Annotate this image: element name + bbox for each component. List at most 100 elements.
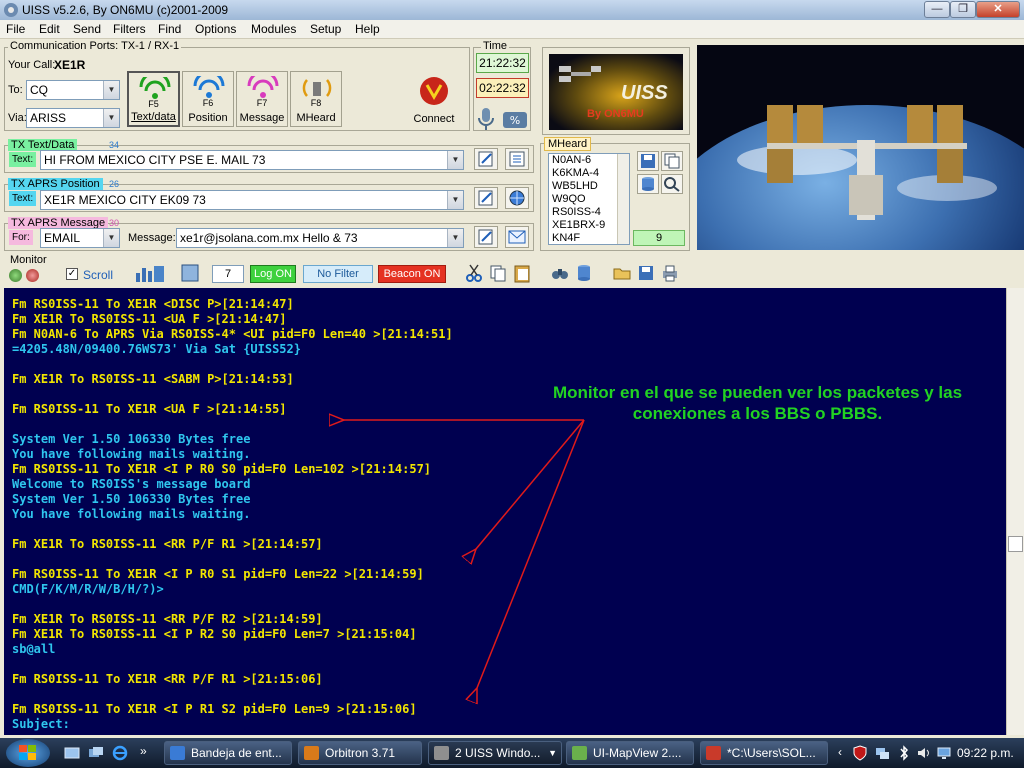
speaker-icon[interactable] xyxy=(916,745,932,761)
bluetooth-icon[interactable] xyxy=(896,745,912,761)
antivirus-shield-icon[interactable] xyxy=(852,745,868,761)
menu-filters[interactable]: Filters xyxy=(113,22,146,36)
edit-position-button[interactable] xyxy=(474,187,498,209)
log-on-button[interactable]: Log ON xyxy=(250,265,296,283)
mheard-save-button[interactable] xyxy=(637,151,659,171)
position-button[interactable]: F6 Position xyxy=(182,71,234,127)
menu-modules[interactable]: Modules xyxy=(251,22,296,36)
tx-text-field-label: Text: xyxy=(9,152,37,167)
satellite-sound-icon[interactable]: % xyxy=(500,106,530,132)
mheard-copy-button[interactable] xyxy=(661,151,683,171)
network-icon[interactable] xyxy=(874,745,890,761)
monitor-scrollbar[interactable] xyxy=(1006,288,1024,735)
via-combo[interactable]: ARISS ▼ xyxy=(26,108,120,128)
to-combo[interactable]: CQ ▼ xyxy=(26,80,120,100)
microphone-icon[interactable] xyxy=(476,106,496,132)
save-button[interactable] xyxy=(636,263,656,283)
database-button[interactable] xyxy=(574,263,594,283)
send-text-button[interactable] xyxy=(505,148,529,170)
menu-file[interactable]: File xyxy=(6,22,25,36)
database-icon xyxy=(578,265,590,281)
task-ui-mapview[interactable]: UI-MapView 2.... xyxy=(566,741,694,765)
filter-button[interactable]: No Filter xyxy=(303,265,373,283)
chevron-down-icon[interactable]: ▼ xyxy=(103,81,119,99)
communication-ports-label: Communication Ports: TX-1 / RX-1 xyxy=(8,40,182,52)
message-input[interactable]: xe1r@jsolana.com.mx Hello & 73 ▼ xyxy=(176,228,464,248)
send-position-button[interactable] xyxy=(505,187,529,209)
cut-button[interactable] xyxy=(464,263,484,283)
console-line: Fm XE1R To RS0ISS-11 <I P R2 S0 pid=F0 L… xyxy=(12,627,417,641)
open-button[interactable] xyxy=(612,263,632,283)
monitor-console[interactable]: Fm RS0ISS-11 To XE1R <DISC P>[21:14:47] F… xyxy=(4,288,1006,735)
to-value: CQ xyxy=(30,83,48,97)
copy-button[interactable] xyxy=(488,263,508,283)
envelope-icon xyxy=(508,230,526,244)
uiss-window: UISS v5.2.6, By ON6MU (c)2001-2009 — ❐ ✕… xyxy=(0,0,1024,738)
message-key: F7 xyxy=(256,98,268,108)
title-bar: UISS v5.2.6, By ON6MU (c)2001-2009 — ❐ ✕ xyxy=(0,0,1024,20)
quick-launch-more-icon[interactable]: » xyxy=(140,744,147,758)
chevron-down-icon[interactable]: ▼ xyxy=(103,109,119,127)
console-line: Fm N0AN-6 To APRS Via RS0ISS-4* <UI pid=… xyxy=(12,327,453,341)
task-explorer-path[interactable]: *C:\Users\SOL... xyxy=(700,741,828,765)
menu-find[interactable]: Find xyxy=(158,22,181,36)
chevron-down-icon[interactable]: ▼ xyxy=(447,191,463,209)
menu-edit[interactable]: Edit xyxy=(39,22,60,36)
task-bandeja[interactable]: Bandeja de ent... xyxy=(164,741,292,765)
iss-station-icon xyxy=(767,105,967,220)
switch-windows-icon[interactable] xyxy=(88,745,104,761)
chevron-down-icon[interactable]: ▼ xyxy=(447,229,463,247)
monitor-chart-button[interactable] xyxy=(134,263,166,283)
menu-options[interactable]: Options xyxy=(195,22,236,36)
menu-help[interactable]: Help xyxy=(355,22,380,36)
list-send-icon xyxy=(509,151,525,167)
minimize-button[interactable]: — xyxy=(924,1,950,18)
message-button[interactable]: F7 Message xyxy=(236,71,288,127)
text-data-button[interactable]: F5 Text/data xyxy=(127,71,180,127)
mheard-scrollbar[interactable] xyxy=(617,154,629,244)
close-button[interactable]: ✕ xyxy=(976,1,1020,18)
paste-button[interactable] xyxy=(512,263,532,283)
monitor-tray-icon[interactable] xyxy=(936,745,952,761)
app-icon xyxy=(4,3,18,17)
scrollbar-thumb[interactable] xyxy=(1008,536,1023,552)
folder-open-icon xyxy=(613,268,631,280)
find-button[interactable] xyxy=(550,263,570,283)
maximize-button[interactable]: ❐ xyxy=(950,1,976,18)
monitor-counter[interactable]: 7 xyxy=(212,265,244,283)
for-combo[interactable]: EMAIL ▼ xyxy=(40,228,120,248)
tx-position-input[interactable]: XE1R MEXICO CITY EK09 73 ▼ xyxy=(40,190,464,210)
mheard-button[interactable]: F8 MHeard xyxy=(290,71,342,127)
edit-text-button[interactable] xyxy=(474,148,498,170)
system-clock[interactable]: 09:22 p.m. xyxy=(957,746,1014,760)
tray-expand-icon[interactable]: ‹ xyxy=(838,745,842,759)
send-message-button[interactable] xyxy=(505,226,529,248)
task-label: Bandeja de ent... xyxy=(191,746,282,760)
beacon-on-button[interactable]: Beacon ON xyxy=(378,265,446,283)
copy-icon xyxy=(664,153,680,169)
mheard-search-button[interactable] xyxy=(661,174,683,194)
scroll-checkbox[interactable]: ✓ xyxy=(66,268,78,280)
internet-explorer-icon[interactable] xyxy=(112,745,128,761)
print-button[interactable] xyxy=(660,263,680,283)
connect-button[interactable]: Connect xyxy=(410,71,458,127)
chevron-down-icon[interactable]: ▼ xyxy=(447,151,463,169)
task-orbitron[interactable]: Orbitron 3.71 xyxy=(298,741,422,765)
start-button[interactable] xyxy=(6,739,50,767)
monitor-clear-button[interactable] xyxy=(180,263,200,283)
iss-photo xyxy=(697,45,1024,250)
edit-message-button[interactable] xyxy=(474,226,498,248)
show-desktop-icon[interactable] xyxy=(64,745,80,761)
mheard-database-button[interactable] xyxy=(637,174,659,194)
menu-setup[interactable]: Setup xyxy=(310,22,341,36)
iss-small-icon xyxy=(559,66,601,82)
svg-text:%: % xyxy=(510,114,520,127)
mheard-list[interactable]: N0AN-6 K6KMA-4 WB5LHD W9QO RS0ISS-4 XE1B… xyxy=(548,153,630,245)
tx-text-input[interactable]: HI FROM MEXICO CITY PSE E. MAIL 73 ▼ xyxy=(40,150,464,170)
scissors-icon xyxy=(466,264,482,282)
windows-logo-icon xyxy=(19,745,36,760)
task-uiss[interactable]: 2 UISS Windo... ▼ xyxy=(428,741,562,765)
chevron-down-icon[interactable]: ▼ xyxy=(103,229,119,247)
menu-send[interactable]: Send xyxy=(73,22,101,36)
printer-icon xyxy=(663,265,677,282)
